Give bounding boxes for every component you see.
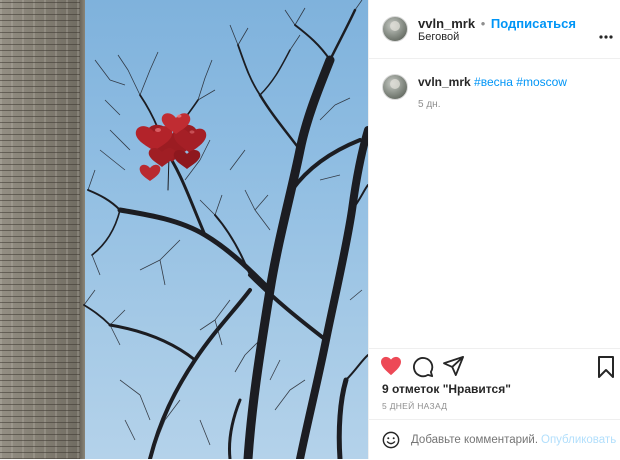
actions-divider	[369, 348, 620, 350]
heart-filled-icon[interactable]	[380, 356, 402, 376]
follow-button[interactable]: Подписаться	[491, 16, 576, 31]
bookmark-icon[interactable]	[597, 356, 615, 378]
likes-count[interactable]: 9 отметок "Нравится"	[382, 382, 511, 396]
post-timestamp[interactable]: 5 ДНЕЙ НАЗАД	[382, 401, 447, 411]
location-label[interactable]: Беговой	[418, 31, 459, 43]
heart-balloons	[135, 113, 207, 181]
author-line: vvln_mrk • Подписаться	[418, 16, 576, 31]
header-separator: •	[480, 16, 486, 31]
tree-branches	[83, 0, 368, 459]
publish-button[interactable]: Опубликовать	[541, 434, 616, 446]
author-avatar[interactable]	[382, 16, 408, 42]
comment-bar: Опубликовать	[369, 419, 620, 460]
more-horizontal-icon[interactable]	[599, 26, 613, 39]
caption-avatar[interactable]	[382, 74, 408, 100]
comment-icon[interactable]	[412, 356, 434, 378]
caption-text: vvln_mrk #весна #moscow	[418, 75, 567, 89]
post-sidebar: vvln_mrk • Подписаться Беговой vvln_mrk …	[368, 0, 620, 459]
instagram-post: vvln_mrk • Подписаться Беговой vvln_mrk …	[0, 0, 620, 459]
share-icon[interactable]	[443, 356, 465, 376]
caption-username[interactable]: vvln_mrk	[418, 75, 471, 89]
comment-input[interactable]	[411, 431, 537, 449]
caption-hashtags[interactable]: #весна #moscow	[474, 75, 567, 89]
author-username[interactable]: vvln_mrk	[418, 16, 475, 31]
post-header: vvln_mrk • Подписаться Беговой	[369, 0, 620, 59]
caption-age: 5 дн.	[418, 99, 441, 110]
post-photo[interactable]	[0, 0, 368, 459]
emoji-icon[interactable]	[382, 431, 400, 449]
